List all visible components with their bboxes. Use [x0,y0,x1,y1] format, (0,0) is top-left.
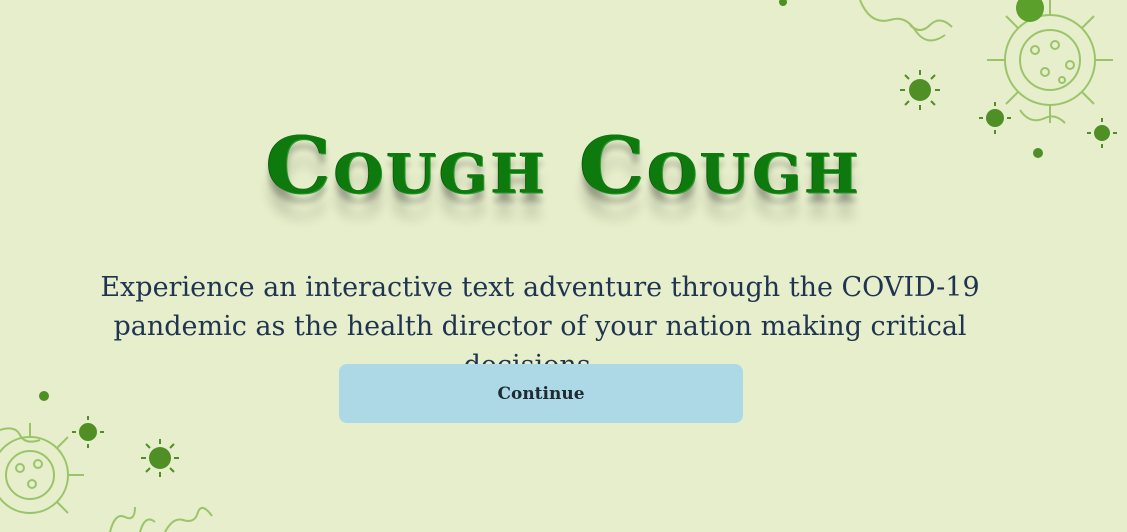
continue-button[interactable]: Continue [339,364,743,423]
game-title: Cough Cough [265,120,862,212]
virus-cluster-bottom-left [0,380,230,532]
